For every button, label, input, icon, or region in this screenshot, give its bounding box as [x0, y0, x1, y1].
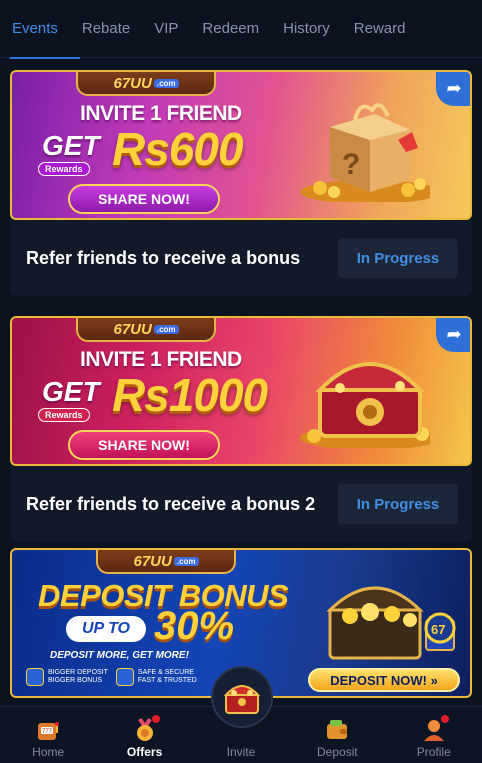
slot-machine-icon: 777 [35, 717, 61, 743]
logo-text: 67UU [113, 320, 152, 338]
notification-dot [151, 715, 160, 723]
get-text: GET [42, 130, 100, 161]
logo-text: 67UU [133, 552, 172, 570]
nav-label: Profile [416, 745, 451, 759]
nav-home[interactable]: 777 Home [8, 717, 88, 759]
logo-suffix: .com [153, 78, 179, 88]
user-icon [421, 715, 449, 743]
brand-logo: 67UU .com [76, 72, 216, 96]
up-to-label: UP TO [66, 616, 146, 642]
nav-label: Offers [126, 745, 163, 759]
tab-history[interactable]: History [271, 0, 342, 58]
share-now-button[interactable]: SHARE NOW! [68, 430, 220, 460]
bonus-percent: 30% [154, 604, 235, 648]
deposit-subtitle: DEPOSIT MORE, GET MORE! [50, 650, 189, 661]
feature-text: SAFE & SECURE FAST & TRUSTED [138, 669, 197, 685]
promo-title: Refer friends to receive a bonus [26, 247, 301, 268]
feature-line2: BIGGER BONUS [48, 677, 103, 684]
badge-67: 67 [431, 622, 445, 637]
promo-card-referral-2[interactable]: 67UU .com INVITE 1 FRIEND GET Rewards Rs1… [10, 316, 472, 542]
nav-deposit[interactable]: Deposit [297, 717, 377, 759]
treasure-chest-icon [300, 362, 430, 448]
feature-text: BIGGER DEPOSIT BIGGER BONUS [48, 669, 108, 685]
logo-text: 67UU [113, 74, 152, 92]
feature-item: SAFE & SECURE FAST & TRUSTED [115, 668, 197, 686]
brand-logo: 67UU .com [96, 550, 236, 574]
logo-suffix: .com [173, 556, 199, 566]
wallet-icon [324, 717, 350, 743]
feature-item: BIGGER DEPOSIT BIGGER BONUS [26, 668, 108, 686]
logo-suffix: .com [153, 324, 179, 334]
feature-line1: SAFE & SECURE [137, 668, 194, 676]
feature-list: BIGGER DEPOSIT BIGGER BONUS SAFE & SECURE… [26, 668, 197, 686]
nav-label: Deposit [317, 745, 358, 759]
treasure-chest-icon: 67 [326, 586, 456, 660]
card-footer: Refer friends to receive a bonus 2 In Pr… [10, 466, 472, 542]
rewards-tag: Rewards [38, 408, 90, 422]
tab-vip[interactable]: VIP [142, 0, 190, 58]
reward-amount: Rs1000 [112, 369, 268, 421]
nav-label: Invite [226, 745, 256, 759]
notification-dot [440, 715, 449, 723]
promo-card-referral-1[interactable]: 67UU .com INVITE 1 FRIEND GET Rewards Rs6… [10, 70, 472, 296]
status-button[interactable]: In Progress [338, 484, 458, 524]
share-now-button[interactable]: SHARE NOW! [68, 184, 220, 214]
tab-events[interactable]: Events [10, 0, 80, 59]
rewards-tag: Rewards [38, 162, 90, 176]
tab-rebate[interactable]: Rebate [70, 0, 142, 58]
promo-banner[interactable]: 67UU .com INVITE 1 FRIEND GET Rewards Rs1… [10, 316, 472, 466]
status-button[interactable]: In Progress [338, 238, 458, 278]
treasure-chest-icon [223, 685, 261, 714]
shield-icon [115, 668, 134, 686]
feature-line1: BIGGER DEPOSIT [48, 668, 108, 676]
nav-offers[interactable]: Offers [105, 715, 185, 759]
svg-text:777: 777 [42, 729, 53, 735]
invite-chest-button[interactable] [211, 666, 273, 728]
gift-box-icon: ? [300, 103, 430, 202]
medal-icon [132, 715, 160, 743]
reward-amount: Rs600 [112, 123, 244, 175]
svg-text:?: ? [342, 148, 360, 181]
card-footer: Refer friends to receive a bonus In Prog… [10, 220, 472, 296]
deposit-now-button[interactable]: DEPOSIT NOW! » [308, 668, 460, 692]
tab-reward[interactable]: Reward [342, 0, 418, 58]
tab-redeem[interactable]: Redeem [190, 0, 271, 58]
event-tabs: Events Rebate VIP Redeem History Reward [0, 0, 482, 59]
promo-banner[interactable]: 67UU .com INVITE 1 FRIEND GET Rewards Rs6… [10, 70, 472, 220]
gift-icon [26, 668, 44, 686]
nav-profile[interactable]: Profile [394, 715, 474, 759]
promo-title: Refer friends to receive a bonus 2 [26, 493, 316, 514]
share-icon[interactable]: ➦ [436, 72, 470, 106]
feature-line2: FAST & TRUSTED [137, 677, 197, 684]
nav-label: Home [32, 745, 65, 759]
share-icon[interactable]: ➦ [436, 318, 470, 352]
brand-logo: 67UU .com [76, 318, 216, 342]
get-text: GET [42, 376, 100, 407]
